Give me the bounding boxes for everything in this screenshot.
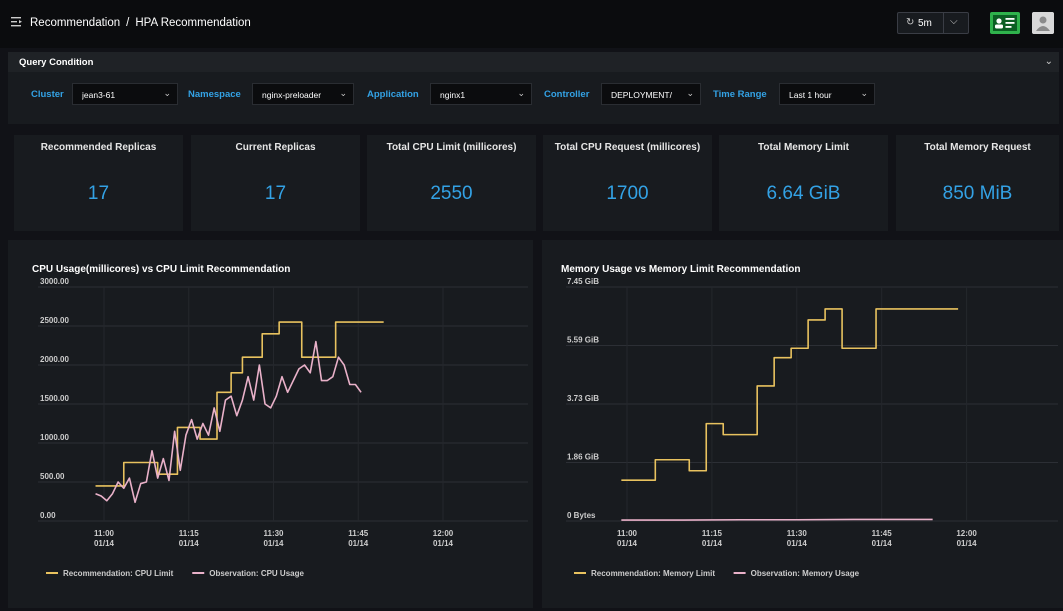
x-tick-label: 11:00	[94, 529, 115, 538]
chevron-down-icon: ⌄	[517, 88, 525, 98]
stat-value: 1700	[606, 183, 649, 204]
stat-total-memory-limit: Total Memory Limit 6.64 GiB	[719, 135, 888, 231]
stat-value: 17	[87, 183, 110, 204]
breadcrumb-parent[interactable]: Recommendation	[30, 17, 120, 29]
time-range-label: Time Range	[713, 89, 767, 100]
breadcrumb-separator: /	[126, 17, 130, 29]
x-tick-label: 01/14	[617, 539, 638, 548]
x-tick-label: 11:00	[617, 529, 638, 538]
chevron-down-icon[interactable]: ⌵	[950, 16, 958, 27]
memory-chart-panel: Memory Usage vs Memory Limit Recommendat…	[542, 240, 1063, 608]
cpu-chart-panel: CPU Usage(millicores) vs CPU Limit Recom…	[8, 240, 533, 608]
cluster-select[interactable]: jean3-61 ⌄	[72, 83, 178, 105]
x-tick-label: 11:45	[348, 529, 369, 538]
chevron-down-icon: ⌄	[163, 88, 171, 98]
breadcrumb: Recommendation / HPA Recommendation	[30, 17, 251, 29]
query-condition-header[interactable]: Query Condition ⌄	[8, 52, 1059, 72]
stat-current-replicas: Current Replicas 17	[191, 135, 360, 231]
namespace-value: nginx-preloader	[262, 90, 322, 100]
x-tick-label: 11:15	[179, 529, 200, 538]
x-tick-label: 12:00	[956, 529, 977, 538]
stat-title: Recommended Replicas	[40, 142, 157, 153]
stat-value: 2550	[430, 183, 473, 204]
legend-label: Recommendation: Memory Limit	[591, 569, 715, 578]
series-line-recommendation	[621, 308, 959, 481]
stat-value: 850 MiB	[942, 183, 1013, 204]
id-card-icon[interactable]	[990, 12, 1020, 34]
x-tick-label: 11:15	[702, 529, 723, 538]
time-range-select[interactable]: Last 1 hour ⌄	[779, 83, 875, 105]
collapse-chevron-icon[interactable]: ⌄	[1045, 56, 1053, 67]
y-tick-label: 2500.00	[40, 316, 69, 325]
stat-title: Total Memory Request	[924, 142, 1031, 153]
legend-label: Observation: CPU Usage	[209, 569, 304, 578]
y-tick-label: 3000.00	[40, 277, 69, 286]
x-tick-label: 01/14	[433, 539, 454, 548]
stat-total-cpu-limit: Total CPU Limit (millicores) 2550	[367, 135, 536, 231]
x-tick-label: 01/14	[94, 539, 115, 548]
x-tick-label: 01/14	[957, 539, 978, 548]
y-tick-label: 3.73 GiB	[567, 394, 599, 403]
controller-select[interactable]: DEPLOYMENT/ ⌄	[601, 83, 701, 105]
y-tick-label: 5.59 GiB	[567, 336, 599, 345]
breadcrumb-current: HPA Recommendation	[135, 17, 251, 29]
x-tick-label: 11:30	[787, 529, 808, 538]
stat-title: Total CPU Request (millicores)	[554, 142, 701, 153]
stat-title: Total Memory Limit	[758, 142, 849, 153]
y-tick-label: 1500.00	[40, 394, 69, 403]
refresh-icon[interactable]: ↻	[906, 17, 914, 28]
legend-label: Observation: Memory Usage	[751, 569, 860, 578]
refresh-interval-picker[interactable]: ↻ 5m ⌵	[897, 12, 969, 34]
y-tick-label: 1000.00	[40, 433, 69, 442]
x-tick-label: 01/14	[179, 539, 200, 548]
x-tick-label: 01/14	[348, 539, 369, 548]
cluster-value: jean3-61	[82, 90, 116, 100]
stat-value: 6.64 GiB	[766, 183, 841, 204]
stat-total-memory-request: Total Memory Request 850 MiB	[896, 135, 1059, 231]
chevron-down-icon: ⌄	[860, 88, 868, 98]
stat-recommended-replicas: Recommended Replicas 17	[14, 135, 183, 231]
namespace-label: Namespace	[188, 89, 241, 100]
x-tick-label: 12:00	[433, 529, 454, 538]
series-line-observation	[621, 518, 933, 521]
chevron-down-icon: ⌄	[339, 88, 347, 98]
chevron-down-icon: ⌄	[686, 88, 694, 98]
series-line-observation	[95, 340, 362, 504]
legend-label: Recommendation: CPU Limit	[63, 569, 174, 578]
stat-value: 17	[264, 183, 287, 204]
namespace-select[interactable]: nginx-preloader ⌄	[252, 83, 354, 105]
cpu-chart[interactable]: 3000.00 2500.00 2000.00 1500.00 1000.00 500.0…	[8, 240, 533, 608]
application-value: nginx1	[440, 90, 466, 100]
query-condition-title: Query Condition	[19, 57, 94, 68]
stat-title: Current Replicas	[235, 142, 316, 153]
stat-title: Total CPU Limit (millicores)	[386, 142, 517, 153]
y-tick-label: 2000.00	[40, 355, 69, 364]
x-tick-label: 01/14	[872, 539, 893, 548]
top-navigation-bar: Recommendation / HPA Recommendation ↻ 5m ⌵	[0, 0, 1063, 48]
stat-total-cpu-request: Total CPU Request (millicores) 1700	[543, 135, 712, 231]
x-tick-label: 01/14	[787, 539, 808, 548]
time-range-value: Last 1 hour	[789, 90, 832, 100]
y-tick-label: 0.00	[40, 511, 56, 520]
application-select[interactable]: nginx1 ⌄	[430, 83, 532, 105]
x-tick-label: 01/14	[263, 539, 284, 548]
controller-value: DEPLOYMENT/	[611, 90, 672, 100]
refresh-divider	[943, 13, 944, 33]
menu-icon[interactable]	[11, 16, 23, 28]
application-label: Application	[367, 89, 419, 100]
controller-label: Controller	[544, 89, 590, 100]
avatar[interactable]	[1032, 12, 1054, 34]
x-tick-label: 01/14	[702, 539, 723, 548]
memory-chart[interactable]: 7.45 GiB 5.59 GiB 3.73 GiB 1.86 GiB 0 Bytes 1…	[542, 240, 1063, 608]
x-tick-label: 11:30	[263, 529, 284, 538]
y-tick-label: 0 Bytes	[567, 511, 596, 520]
y-tick-label: 1.86 GiB	[567, 453, 599, 462]
y-tick-label: 500.00	[40, 472, 65, 481]
refresh-interval-label[interactable]: 5m	[918, 18, 932, 29]
cluster-label: Cluster	[31, 89, 64, 100]
y-tick-label: 7.45 GiB	[567, 277, 599, 286]
x-tick-label: 11:45	[872, 529, 893, 538]
